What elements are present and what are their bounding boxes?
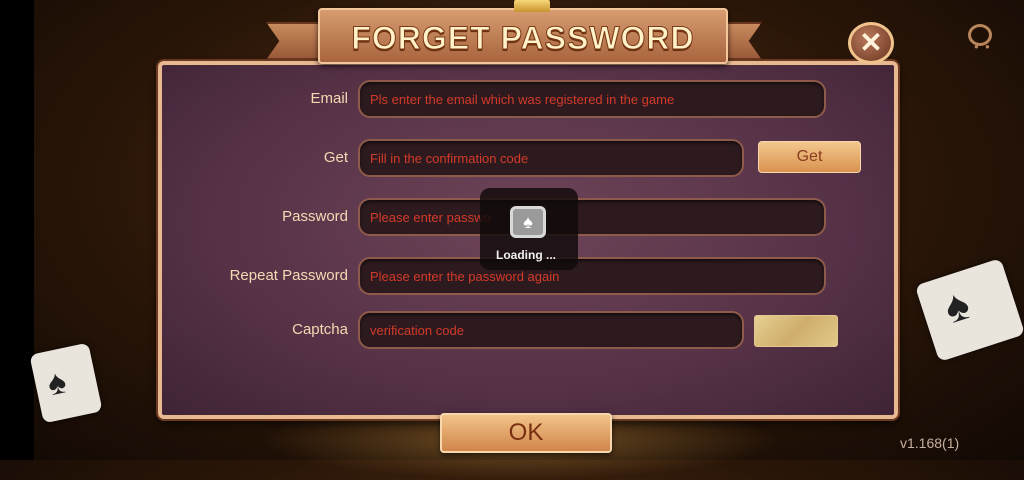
left-edge-bar xyxy=(0,0,34,460)
support-face: ● ● xyxy=(974,42,992,51)
crown-ornament xyxy=(514,0,550,12)
captcha-image[interactable] xyxy=(754,315,838,347)
get-code-button[interactable]: Get xyxy=(758,141,861,173)
password-placeholder: Please enter passwo xyxy=(370,210,491,225)
repeat-password-label: Repeat Password xyxy=(229,267,348,284)
repeat-password-placeholder: Please enter the password again xyxy=(370,269,560,284)
email-label: Email xyxy=(310,90,348,107)
title-banner: FORGET PASSWORD xyxy=(318,8,728,64)
ok-button[interactable]: OK xyxy=(440,413,612,453)
close-button[interactable]: ✕ xyxy=(848,22,894,64)
confirmation-row: Get Fill in the confirmation code Get xyxy=(162,139,894,179)
captcha-label: Captcha xyxy=(292,321,348,338)
get-label: Get xyxy=(323,149,348,166)
confirmation-code-placeholder: Fill in the confirmation code xyxy=(370,151,529,166)
password-input[interactable]: Please enter passwo xyxy=(358,198,826,236)
version-label: v1.168(1) xyxy=(900,435,960,451)
loading-text: Loading ... xyxy=(496,248,557,262)
spade-icon: ♠ xyxy=(44,362,70,404)
loading-overlay: ♠ Loading ... xyxy=(480,188,578,270)
email-row: Email Pls enter the email which was regi… xyxy=(162,80,894,120)
captcha-placeholder: verification code xyxy=(370,323,464,338)
confirmation-code-input[interactable]: Fill in the confirmation code xyxy=(358,139,744,177)
background-card: ♠ xyxy=(29,342,103,424)
close-icon: ✕ xyxy=(859,27,883,58)
spade-card-icon: ♠ xyxy=(510,206,546,238)
password-label: Password xyxy=(282,208,348,225)
page-title: FORGET PASSWORD xyxy=(351,20,695,57)
captcha-row: Captcha verification code xyxy=(162,311,894,351)
email-placeholder: Pls enter the email which was registered… xyxy=(370,92,675,107)
background-card: ♠ xyxy=(914,258,1024,362)
captcha-input[interactable]: verification code xyxy=(358,311,744,349)
customer-support-icon[interactable]: ● ● xyxy=(960,20,1000,52)
email-input[interactable]: Pls enter the email which was registered… xyxy=(358,80,826,118)
spade-icon: ♠ xyxy=(938,279,976,334)
repeat-password-input[interactable]: Please enter the password again xyxy=(358,257,826,295)
